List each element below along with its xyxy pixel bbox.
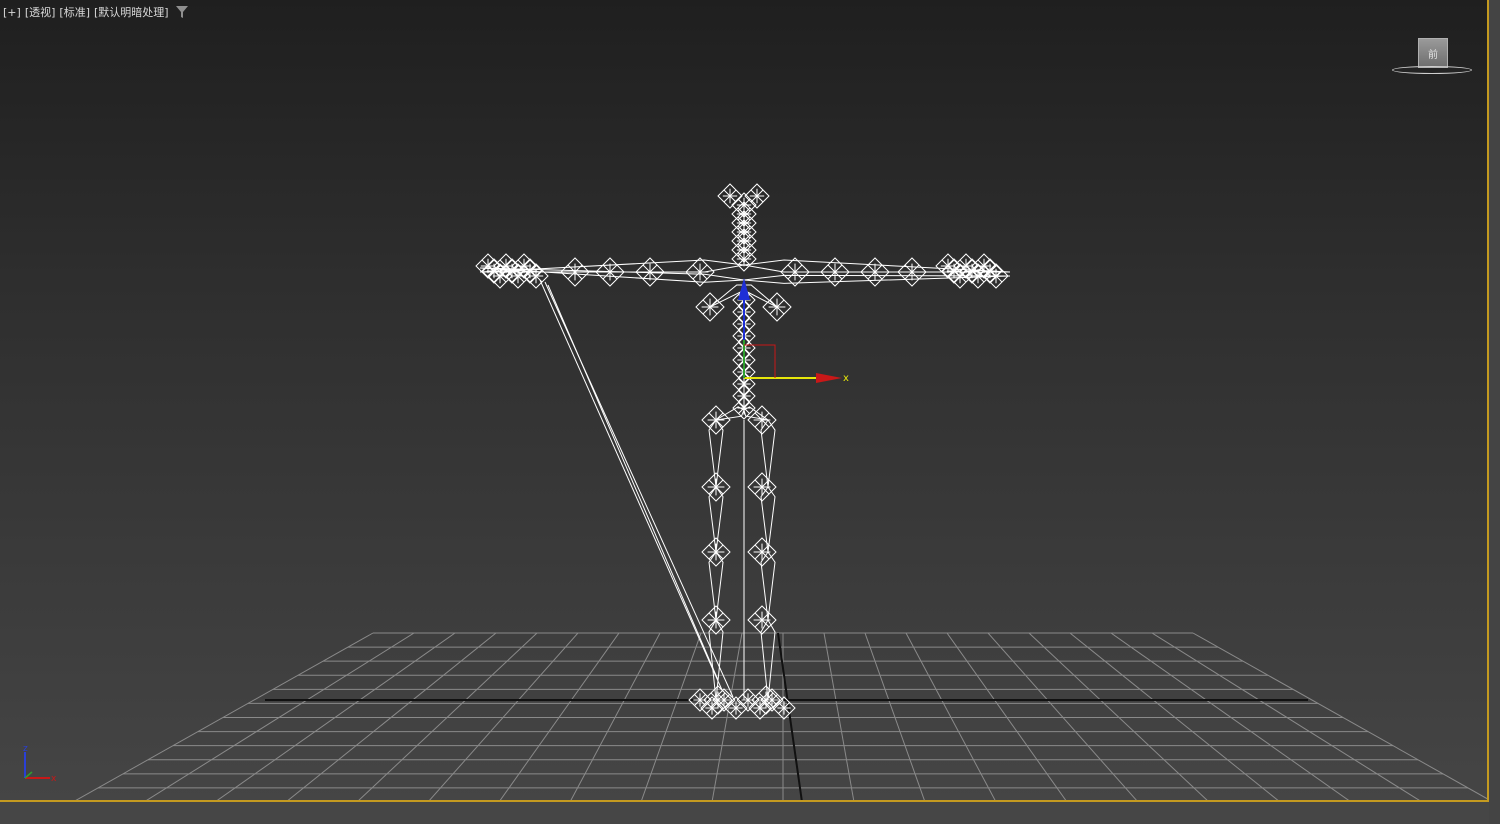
- viewcube-front-face[interactable]: 前: [1418, 38, 1448, 68]
- biped-skeleton: [475, 183, 1011, 720]
- right-hand-finger: [935, 253, 961, 279]
- left-hand-finger: [475, 253, 501, 279]
- right-leg-bone: [760, 486, 776, 553]
- gizmo-x-label: x: [843, 373, 849, 384]
- world-axis-tripod: z x: [23, 744, 57, 784]
- transform-gizmo: x: [738, 278, 849, 384]
- right-panel-edge: [1489, 0, 1500, 824]
- left-hand-finger: [523, 263, 549, 289]
- right-leg-bone: [760, 551, 776, 621]
- viewcube-compass-ring[interactable]: [1392, 66, 1472, 74]
- gizmo-z-arrow: [738, 278, 750, 300]
- perspective-viewport[interactable]: [+] [透视] [标准] [默认明暗处理] x 前 z x: [0, 0, 1489, 802]
- left-leg-bone: [708, 419, 724, 488]
- right-leg-joint: [747, 537, 777, 567]
- right-leg-bone: [760, 419, 776, 488]
- clavicle-bone: [709, 284, 745, 308]
- scene-canvas[interactable]: x: [0, 0, 1489, 802]
- bottom-status-strip: [0, 802, 1489, 824]
- home-grid: [75, 632, 1487, 800]
- clavicle-bone: [743, 284, 778, 308]
- gizmo-x-arrow: [816, 373, 842, 383]
- tripod-z-label: z: [23, 744, 28, 754]
- ik-link-line: [547, 284, 719, 681]
- tripod-x-label: x: [51, 774, 57, 784]
- pelvis-bone: [715, 406, 745, 421]
- gizmo-plane-handle: [744, 344, 776, 378]
- right-leg-joint: [747, 472, 777, 502]
- head-bone: [717, 183, 743, 209]
- viewcube[interactable]: 前: [1392, 36, 1474, 78]
- ik-link-line: [539, 279, 723, 691]
- left-leg-bone: [708, 551, 724, 621]
- head-bone: [744, 183, 770, 209]
